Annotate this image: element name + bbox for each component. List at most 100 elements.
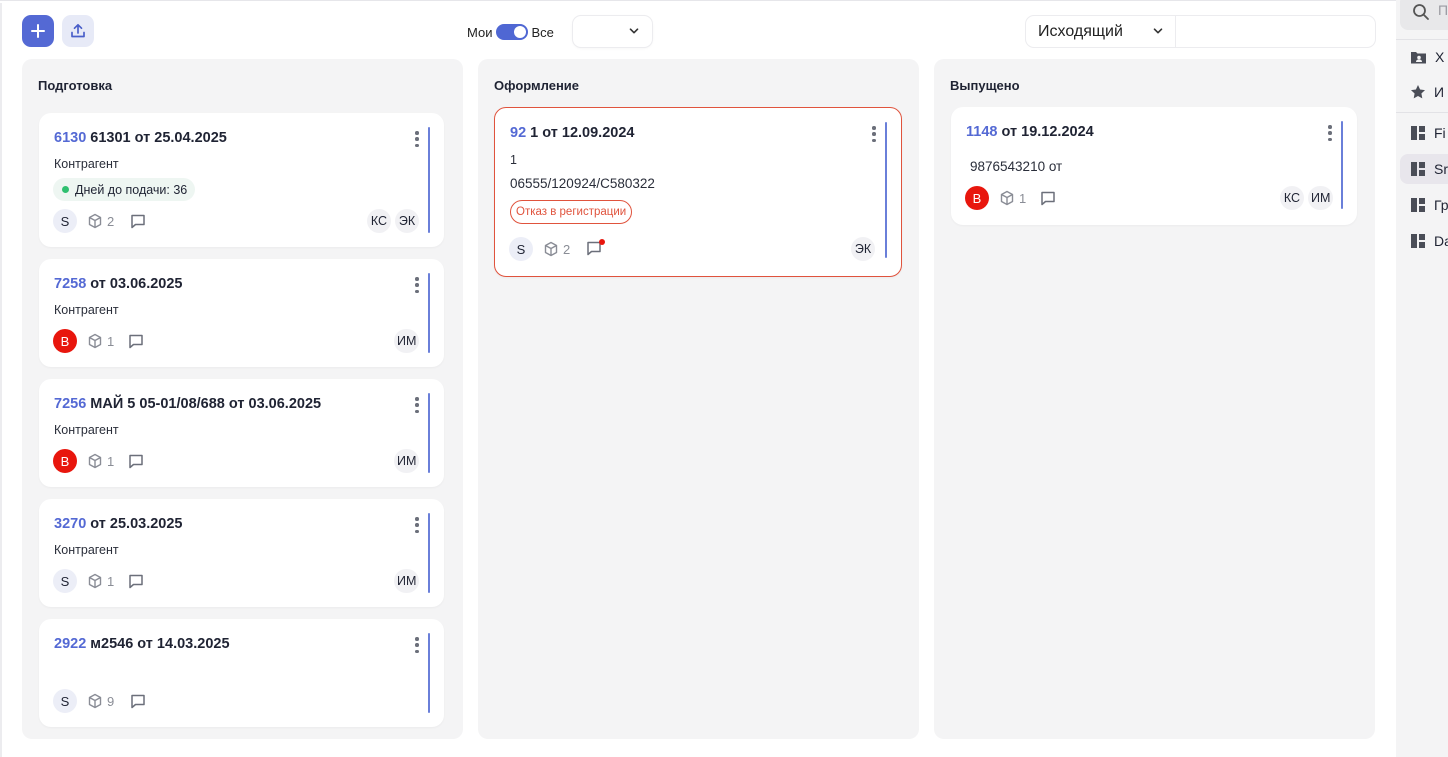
card[interactable]: 1148 от 19.12.2024 9876543210 от B 1 КС … [951, 107, 1357, 225]
days-badge-label: Дней до подачи: 36 [75, 182, 188, 197]
sidebar-item-label: Х [1435, 49, 1445, 65]
card[interactable]: 6130 61301 от 25.04.2025 Контрагент Дней… [39, 113, 444, 247]
left-edge [0, 3, 2, 757]
sidebar-item[interactable]: И [1396, 77, 1448, 107]
more-menu-icon[interactable] [414, 517, 420, 533]
assignee-tag: ИМ [394, 329, 420, 353]
dashboard-icon [1411, 198, 1425, 212]
card[interactable]: 92 1 от 12.09.2024 1 06555/120924/C58032… [494, 107, 902, 277]
status-select[interactable] [573, 16, 652, 47]
card-title-text: от 19.12.2024 [1001, 124, 1094, 140]
add-button[interactable] [22, 15, 54, 47]
comments-button[interactable] [128, 454, 144, 474]
dashboard-icon [1411, 234, 1425, 248]
package-count[interactable]: 1 [87, 453, 114, 469]
card-line: 9876543210 от [970, 159, 1063, 174]
package-count[interactable]: 9 [87, 693, 114, 709]
card[interactable]: 3270 от 25.03.2025 Контрагент S 1 ИМ [39, 499, 444, 607]
comments-button[interactable] [1040, 191, 1056, 211]
box-icon [88, 333, 102, 349]
package-count[interactable]: 2 [543, 241, 570, 257]
comments-button[interactable] [130, 214, 146, 234]
card-counterparty: Контрагент [54, 157, 119, 171]
column-processing: Оформление 92 1 от 12.09.2024 1 06555/12… [478, 59, 919, 739]
card-accent-bar [428, 513, 430, 593]
box-icon [88, 693, 102, 709]
comments-button[interactable] [586, 239, 605, 261]
card[interactable]: 7258 от 03.06.2025 Контрагент B 1 ИМ [39, 259, 444, 367]
avatar[interactable]: S [53, 569, 77, 593]
more-menu-icon[interactable] [414, 131, 420, 147]
avatar[interactable]: S [53, 209, 77, 233]
sidebar-divider [1396, 112, 1448, 113]
assignee-tag: ИМ [394, 449, 420, 473]
card-title: 7258 от 03.06.2025 [54, 276, 183, 292]
sidebar-search[interactable]: П [1400, 0, 1448, 30]
card-title-text: м2546 от 14.03.2025 [90, 636, 230, 652]
assignee-tag: ЭК [395, 209, 419, 233]
mine-all-switch[interactable] [496, 24, 529, 40]
more-menu-icon[interactable] [871, 126, 877, 142]
comment-icon [129, 334, 143, 349]
more-menu-icon[interactable] [414, 397, 420, 413]
card-title-text: от 25.03.2025 [90, 516, 183, 532]
card-number-link[interactable]: 3270 [54, 516, 86, 532]
more-menu-icon[interactable] [414, 277, 420, 293]
package-count-value: 1 [1019, 190, 1027, 206]
card-line: 1 [510, 153, 517, 167]
column-issued: Выпущено 1148 от 19.12.2024 9876543210 о… [934, 59, 1375, 739]
sidebar-item-label: Da [1434, 233, 1448, 249]
assignee-tag: ИМ [1308, 186, 1334, 210]
plus-icon [31, 24, 45, 38]
card-number-link[interactable]: 6130 [54, 130, 86, 146]
filter-all-label[interactable]: Все [531, 25, 553, 40]
package-count-value: 1 [107, 453, 115, 469]
card-title-text: МАЙ 5 05-01/08/688 от 03.06.2025 [90, 396, 322, 412]
filter-mine-label[interactable]: Мои [467, 25, 492, 40]
column-title: Выпущено [950, 78, 1020, 93]
upload-button[interactable] [62, 15, 94, 47]
avatar[interactable]: S [53, 689, 77, 713]
card-number-link[interactable]: 1148 [966, 124, 997, 140]
direction-select[interactable]: Исходящий [1026, 16, 1176, 47]
status-badge: Отказ в регистрации [510, 200, 633, 224]
avatar[interactable]: B [53, 449, 77, 473]
sidebar-item[interactable]: Da [1396, 226, 1448, 256]
card-number-link[interactable]: 7256 [54, 396, 86, 412]
box-icon [88, 213, 102, 229]
avatar[interactable]: S [509, 237, 533, 261]
sidebar-item[interactable]: Fi [1396, 118, 1448, 148]
avatar[interactable]: B [53, 329, 77, 353]
package-count[interactable]: 1 [999, 190, 1026, 206]
card[interactable]: 2922 м2546 от 14.03.2025 S 9 [39, 619, 444, 727]
switch-knob [514, 26, 527, 38]
card-number-link[interactable]: 7258 [54, 276, 86, 292]
more-menu-icon[interactable] [1327, 125, 1333, 141]
box-icon [544, 241, 558, 257]
sidebar-item-active[interactable]: Sr [1400, 154, 1448, 184]
card[interactable]: 7256 МАЙ 5 05-01/08/688 от 03.06.2025 Ко… [39, 379, 444, 487]
package-count-value: 9 [107, 693, 115, 709]
card-accent-bar [428, 127, 430, 233]
search-input[interactable] [1176, 16, 1375, 47]
card-accent-bar [428, 393, 430, 473]
avatar[interactable]: B [965, 186, 989, 210]
star-icon [1411, 85, 1425, 99]
package-count[interactable]: 1 [87, 573, 114, 589]
card-number-link[interactable]: 92 [510, 125, 526, 141]
package-count[interactable]: 1 [87, 333, 114, 349]
package-count[interactable]: 2 [87, 213, 114, 229]
card-title: 2922 м2546 от 14.03.2025 [54, 636, 230, 652]
sidebar-item-label: И [1434, 84, 1445, 100]
more-menu-icon[interactable] [414, 637, 420, 653]
sidebar-item[interactable]: Х [1396, 42, 1448, 72]
comments-button[interactable] [128, 574, 144, 594]
comments-button[interactable] [128, 334, 144, 354]
comment-icon [129, 574, 143, 589]
comment-icon [129, 454, 143, 469]
comment-icon [131, 694, 145, 709]
card-accent-bar [428, 633, 430, 713]
comments-button[interactable] [130, 694, 146, 714]
sidebar-item[interactable]: Гр [1396, 190, 1448, 220]
card-number-link[interactable]: 2922 [54, 636, 86, 652]
